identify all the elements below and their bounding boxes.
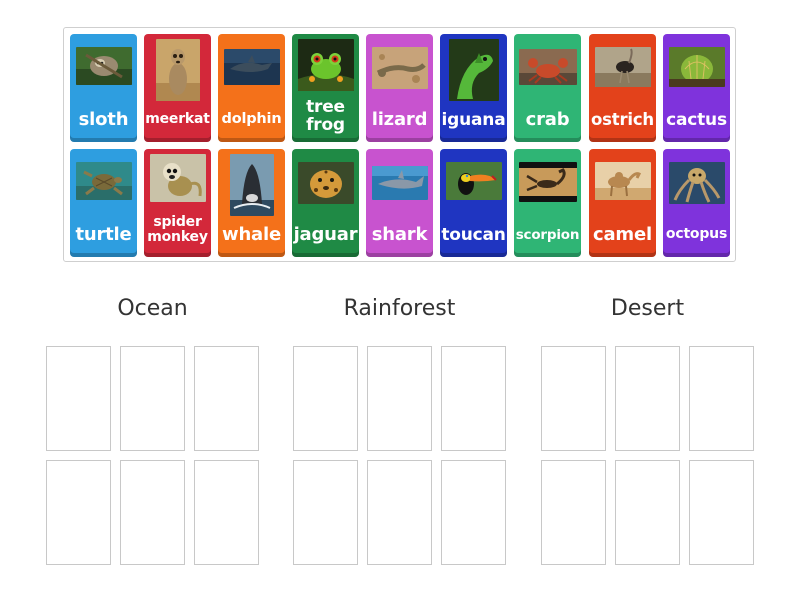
card-label: crab: [525, 109, 570, 131]
card-tree-frog[interactable]: tree frog: [292, 34, 359, 142]
card-label: lizard: [371, 109, 428, 131]
drop-slot-ocean[interactable]: [120, 346, 185, 451]
cactus-photo: [668, 47, 725, 87]
card-camel[interactable]: camel: [589, 149, 656, 257]
card-octopus[interactable]: octopus: [663, 149, 730, 257]
card-label: iguana: [441, 109, 506, 130]
card-label: toucan: [441, 224, 506, 245]
octopus-photo: [668, 162, 725, 204]
drop-slot-ocean[interactable]: [194, 346, 259, 451]
ostrich-photo: [594, 47, 651, 87]
camel-photo: [594, 162, 651, 200]
group-heading-ocean: Ocean: [117, 296, 188, 321]
drop-slot-desert[interactable]: [689, 460, 754, 565]
sloth-photo: [75, 47, 132, 85]
crab-photo: [518, 49, 577, 85]
dolphin-photo: [223, 49, 280, 85]
card-cactus[interactable]: cactus: [663, 34, 730, 142]
card-label: tree frog: [306, 96, 345, 135]
card-toucan[interactable]: toucan: [440, 149, 507, 257]
drop-slot-rainforest[interactable]: [367, 346, 432, 451]
card-label: shark: [371, 224, 428, 246]
card-meerkat[interactable]: meerkat: [144, 34, 211, 142]
card-whale[interactable]: whale: [218, 149, 285, 257]
card-label: sloth: [78, 109, 129, 131]
card-label: octopus: [665, 226, 728, 243]
drop-slot-ocean[interactable]: [120, 460, 185, 565]
drop-slot-rainforest[interactable]: [441, 346, 506, 451]
card-crab[interactable]: crab: [514, 34, 581, 142]
card-sloth[interactable]: sloth: [70, 34, 137, 142]
meerkat-photo: [155, 39, 200, 101]
card-ostrich[interactable]: ostrich: [589, 34, 656, 142]
card-turtle[interactable]: turtle: [70, 149, 137, 257]
card-shark[interactable]: shark: [366, 149, 433, 257]
toucan-photo: [445, 162, 502, 200]
drop-slot-ocean[interactable]: [46, 346, 111, 451]
card-label: whale: [222, 224, 281, 246]
card-label: meerkat: [145, 111, 210, 128]
lizard-photo: [371, 47, 428, 89]
group-heading-desert: Desert: [610, 296, 685, 321]
card-label: dolphin: [221, 111, 282, 128]
card-label: scorpion: [515, 226, 580, 243]
shark-photo: [371, 166, 428, 200]
iguana-photo: [448, 39, 499, 101]
drop-slot-ocean[interactable]: [194, 460, 259, 565]
card-dolphin[interactable]: dolphin: [218, 34, 285, 142]
card-label: turtle: [75, 224, 132, 246]
drop-slot-rainforest[interactable]: [441, 460, 506, 565]
drop-slot-desert[interactable]: [541, 346, 606, 451]
drop-slot-rainforest[interactable]: [367, 460, 432, 565]
whale-photo: [229, 154, 274, 216]
drop-slot-desert[interactable]: [541, 460, 606, 565]
card-jaguar[interactable]: jaguar: [292, 149, 359, 257]
monkey-photo: [149, 154, 206, 202]
drop-slot-desert[interactable]: [689, 346, 754, 451]
card-label: ostrich: [591, 110, 654, 130]
card-lizard[interactable]: lizard: [366, 34, 433, 142]
jaguar-photo: [297, 162, 354, 204]
drop-slot-desert[interactable]: [615, 346, 680, 451]
drop-slot-desert[interactable]: [615, 460, 680, 565]
card-label: jaguar: [293, 224, 358, 246]
group-heading-rainforest: Rainforest: [343, 296, 456, 321]
turtle-photo: [75, 162, 132, 200]
drop-slot-rainforest[interactable]: [293, 346, 358, 451]
card-spider-monkey[interactable]: spider monkey: [144, 149, 211, 257]
card-iguana[interactable]: iguana: [440, 34, 507, 142]
drop-slot-rainforest[interactable]: [293, 460, 358, 565]
card-label: camel: [593, 224, 652, 246]
scorpion-photo: [518, 162, 577, 202]
frog-photo: [297, 39, 354, 91]
card-scorpion[interactable]: scorpion: [514, 149, 581, 257]
card-label: spider monkey: [147, 213, 208, 245]
drop-slot-ocean[interactable]: [46, 460, 111, 565]
card-label: cactus: [666, 109, 727, 130]
